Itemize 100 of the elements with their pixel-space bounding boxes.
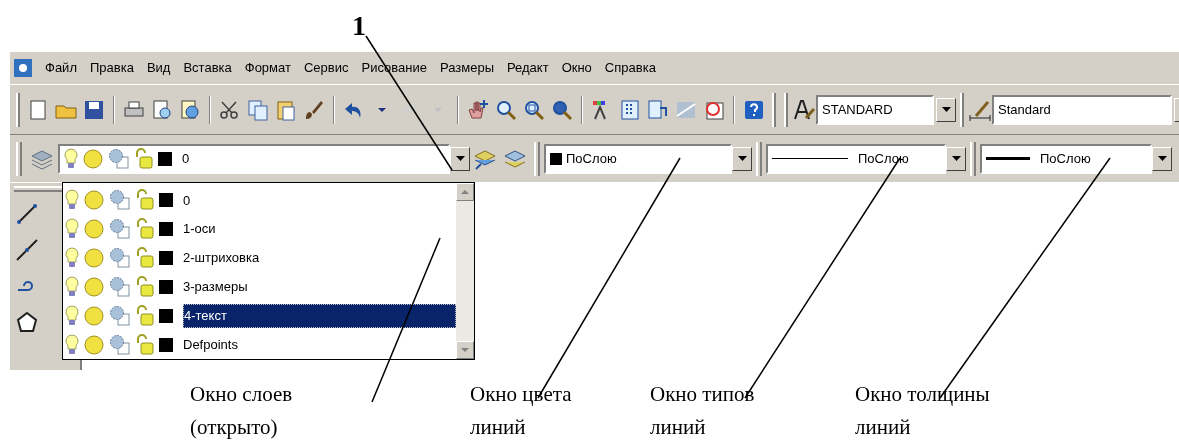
menu-item[interactable]: Вид (146, 58, 171, 78)
menu-item[interactable]: Сервис (303, 58, 349, 78)
sun-icon[interactable] (82, 147, 104, 170)
text-style-value: STANDARD (822, 100, 894, 119)
thick-line-sample (986, 157, 1030, 160)
layer-list-item[interactable]: 2-штриховка (65, 243, 456, 273)
dimension-style-value: Standard (998, 100, 1052, 119)
caption: Окно цвета линий (470, 381, 572, 441)
dropdown-arrow-button[interactable] (450, 146, 470, 171)
layer-name: 4-текст (183, 303, 456, 328)
lightbulb-icon[interactable] (65, 333, 79, 356)
layer-name: 1-оси (183, 220, 217, 239)
color-swatch (159, 337, 173, 352)
scroll-down-button[interactable] (456, 341, 474, 359)
caption: Окно слоев (открыто) (190, 381, 293, 441)
polygon-tool-icon[interactable] (15, 310, 39, 334)
layer-name: Defpoints (183, 335, 239, 354)
color-swatch (159, 279, 173, 294)
combo-box[interactable]: STANDARD (816, 94, 934, 125)
menu-item[interactable]: Редакт (507, 58, 549, 78)
padlock-icon[interactable] (134, 147, 154, 170)
current-layer-name: 0 (182, 149, 191, 168)
sun-icon[interactable] (83, 304, 105, 327)
layer-list-item[interactable]: 1-оси (65, 214, 456, 244)
page-preview-icon[interactable] (150, 97, 174, 122)
toolbar-grip[interactable] (784, 92, 788, 127)
menu-item[interactable]: Размеры (439, 58, 494, 78)
lightbulb-icon[interactable] (65, 275, 79, 298)
sun-icon[interactable] (83, 247, 105, 270)
hand-icon[interactable] (466, 97, 490, 122)
linetype-combo-box[interactable]: ПоСлою (766, 143, 946, 174)
padlock-icon[interactable] (135, 247, 155, 270)
combo-box[interactable]: Standard (992, 94, 1172, 125)
layer-list-item[interactable]: 3-размеры (65, 272, 456, 302)
sun-icon[interactable] (83, 189, 105, 212)
caption: Окно типов линий (650, 381, 755, 441)
up-caret-icon (461, 190, 469, 194)
layer-list-item[interactable]: 0 (65, 186, 456, 215)
down-caret-icon (461, 348, 469, 352)
menu-item[interactable]: Файл (45, 58, 77, 78)
lightbulb-icon[interactable] (65, 304, 79, 327)
toolbar-grip[interactable] (16, 141, 22, 176)
layer-name: 0 (183, 191, 192, 210)
lineweight-combo-box[interactable]: ПоСлою (980, 143, 1152, 174)
text-style-icon[interactable] (792, 97, 816, 122)
layer-name: 2-штриховка (183, 249, 261, 268)
scrollbar[interactable] (456, 183, 474, 359)
lightbulb-icon[interactable] (65, 247, 79, 270)
color-swatch (158, 151, 172, 166)
layer-list-item[interactable]: Defpoints (65, 330, 456, 359)
sun-icon[interactable] (83, 218, 105, 241)
color-combo-box[interactable]: ПоСлою (544, 143, 732, 174)
menu-item[interactable]: Правка (89, 58, 134, 78)
lightbulb-icon[interactable] (65, 189, 79, 212)
padlock-icon[interactable] (135, 333, 155, 356)
dropdown-arrow-button[interactable] (732, 146, 752, 171)
toolbar-grip[interactable] (772, 92, 776, 127)
lightbulb-icon[interactable] (64, 147, 78, 170)
caret-icon (455, 156, 465, 161)
color-swatch (159, 251, 173, 266)
sun-icon[interactable] (83, 275, 105, 298)
caption: Окно толщины линий (855, 381, 990, 441)
linetype-value: ПоСлою (857, 149, 910, 168)
dropdown-arrow-button[interactable] (936, 97, 956, 122)
scroll-up-button[interactable] (456, 183, 474, 201)
color-swatch (159, 222, 173, 237)
construction-line-icon[interactable] (15, 238, 39, 262)
grid-panel-icon[interactable] (618, 97, 642, 122)
toolbar-grip[interactable] (534, 141, 540, 176)
callout-number: 1 (352, 12, 366, 40)
layer-list-item[interactable]: 4-текст (65, 301, 456, 331)
globe-page-icon[interactable] (178, 97, 202, 122)
layer-combo-box[interactable]: 0 (58, 143, 450, 174)
toolbar-grip[interactable] (756, 141, 762, 176)
app-icon[interactable] (14, 59, 32, 77)
menu-item[interactable]: Вставка (183, 58, 232, 78)
line-tool-icon[interactable] (15, 202, 39, 226)
caret-icon (941, 107, 951, 112)
lineweight-value: ПоСлою (1039, 149, 1092, 168)
color-swatch (159, 308, 173, 323)
toolbar-grip[interactable] (960, 92, 964, 127)
caret-icon (737, 156, 747, 161)
dropdown-arrow-button[interactable] (1152, 146, 1172, 171)
lightbulb-icon[interactable] (65, 218, 79, 241)
layer-name: 3-размеры (183, 278, 249, 297)
toolbar-grip[interactable] (16, 92, 20, 127)
padlock-icon[interactable] (135, 218, 155, 241)
menu-item[interactable]: Справка (604, 58, 656, 78)
caret-icon (951, 156, 961, 161)
dropdown-arrow-button[interactable] (946, 146, 966, 171)
padlock-icon[interactable] (135, 304, 155, 327)
padlock-icon[interactable] (135, 189, 155, 212)
sun-icon[interactable] (83, 333, 105, 356)
menu-item[interactable]: Формат (244, 58, 291, 78)
color-value: ПоСлою (566, 149, 618, 168)
toolbar-grip[interactable] (970, 141, 976, 176)
color-swatch (550, 152, 562, 165)
color-swatch (159, 193, 173, 208)
padlock-icon[interactable] (135, 275, 155, 298)
menu-item[interactable]: Окно (561, 58, 592, 78)
